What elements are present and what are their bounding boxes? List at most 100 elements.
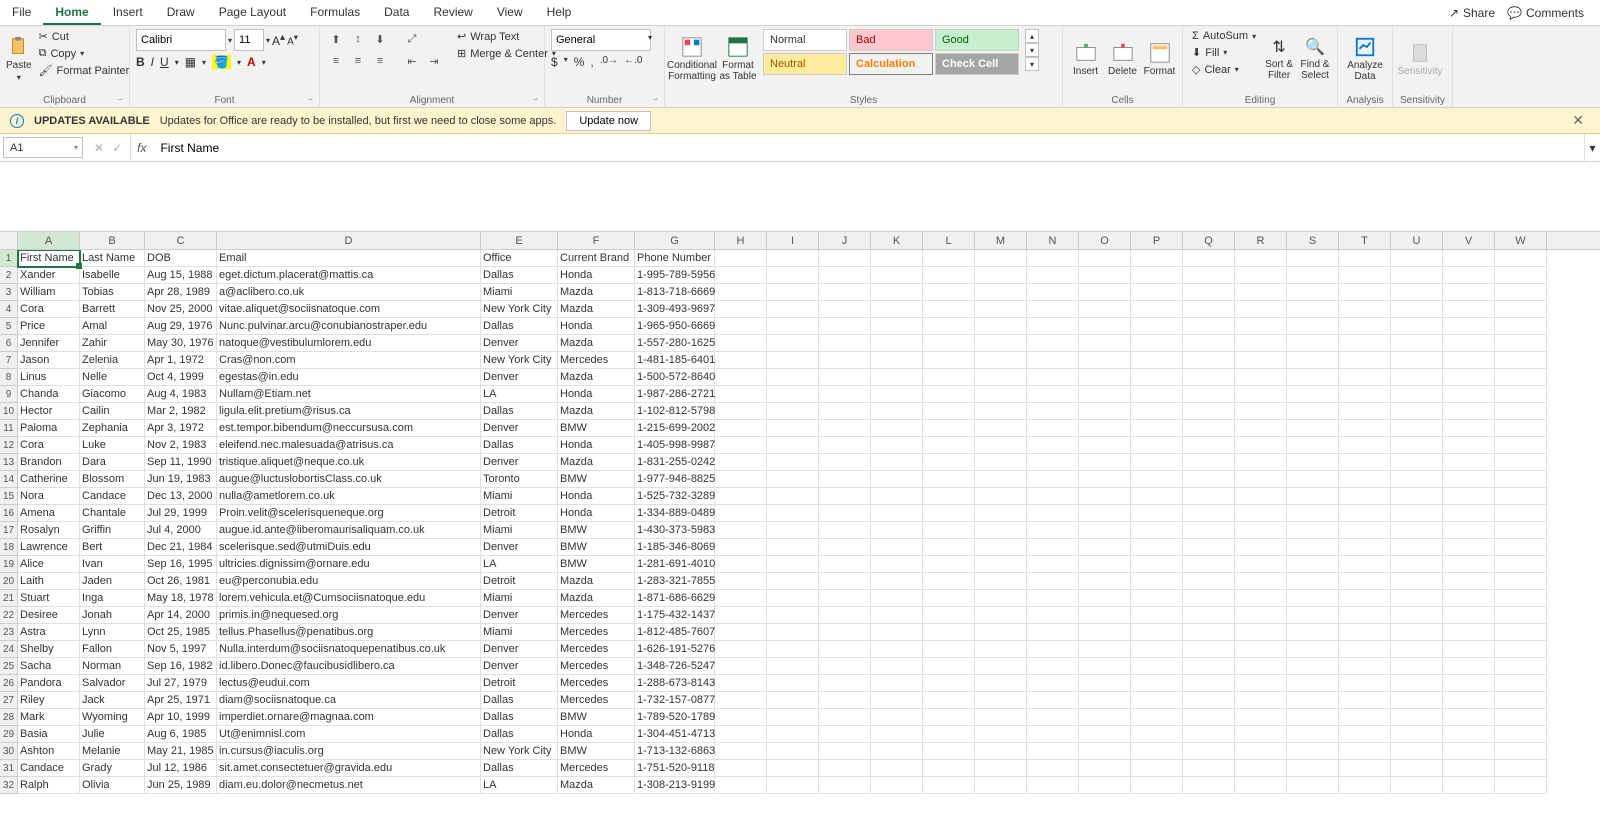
cell-B3[interactable]: Tobias <box>80 284 145 301</box>
cell-V21[interactable] <box>1443 590 1495 607</box>
cell-W20[interactable] <box>1495 573 1547 590</box>
cell-C1[interactable]: DOB <box>145 250 217 267</box>
cell-L12[interactable] <box>923 437 975 454</box>
align-middle-button[interactable]: ↕ <box>348 29 368 49</box>
cell-B28[interactable]: Wyoming <box>80 709 145 726</box>
cell-Q1[interactable] <box>1183 250 1235 267</box>
cell-A14[interactable]: Catherine <box>18 471 80 488</box>
cell-M12[interactable] <box>975 437 1027 454</box>
cell-U13[interactable] <box>1391 454 1443 471</box>
cell-Q19[interactable] <box>1183 556 1235 573</box>
cell-C13[interactable]: Sep 11, 1990 <box>145 454 217 471</box>
cell-M2[interactable] <box>975 267 1027 284</box>
cell-F8[interactable]: Mazda <box>558 369 635 386</box>
cell-W26[interactable] <box>1495 675 1547 692</box>
cell-G30[interactable]: 1-713-132-6863 <box>635 743 715 760</box>
cell-J15[interactable] <box>819 488 871 505</box>
column-header-C[interactable]: C <box>145 232 217 249</box>
cell-S7[interactable] <box>1287 352 1339 369</box>
increase-decimal-button[interactable]: .0→ <box>600 55 618 69</box>
cell-E17[interactable]: Miami <box>481 522 558 539</box>
row-header-9[interactable]: 9 <box>0 386 18 403</box>
cell-B29[interactable]: Julie <box>80 726 145 743</box>
cell-Q13[interactable] <box>1183 454 1235 471</box>
merge-center-button[interactable]: ⊞Merge & Center▾ <box>454 46 559 61</box>
cell-F9[interactable]: Honda <box>558 386 635 403</box>
cell-S28[interactable] <box>1287 709 1339 726</box>
cell-M16[interactable] <box>975 505 1027 522</box>
cell-S12[interactable] <box>1287 437 1339 454</box>
cell-Q31[interactable] <box>1183 760 1235 777</box>
cell-D7[interactable]: Cras@non.com <box>217 352 481 369</box>
cell-N16[interactable] <box>1027 505 1079 522</box>
cell-L31[interactable] <box>923 760 975 777</box>
cell-D28[interactable]: imperdiet.ornare@magnaa.com <box>217 709 481 726</box>
cell-C8[interactable]: Oct 4, 1999 <box>145 369 217 386</box>
row-header-29[interactable]: 29 <box>0 726 18 743</box>
name-box[interactable]: A1 <box>3 137 83 158</box>
cell-T9[interactable] <box>1339 386 1391 403</box>
cell-U20[interactable] <box>1391 573 1443 590</box>
cell-N20[interactable] <box>1027 573 1079 590</box>
enter-formula-button[interactable]: ✓ <box>112 141 122 155</box>
cell-W11[interactable] <box>1495 420 1547 437</box>
cell-F5[interactable]: Honda <box>558 318 635 335</box>
decrease-decimal-button[interactable]: ←.0 <box>624 55 642 69</box>
cell-O1[interactable] <box>1079 250 1131 267</box>
cell-R29[interactable] <box>1235 726 1287 743</box>
cell-I11[interactable] <box>767 420 819 437</box>
cell-R24[interactable] <box>1235 641 1287 658</box>
cell-E31[interactable]: Dallas <box>481 760 558 777</box>
cell-K20[interactable] <box>871 573 923 590</box>
comments-button[interactable]: 💬 Comments <box>1507 6 1584 20</box>
cell-P4[interactable] <box>1131 301 1183 318</box>
cell-Q25[interactable] <box>1183 658 1235 675</box>
cell-R31[interactable] <box>1235 760 1287 777</box>
cell-Q4[interactable] <box>1183 301 1235 318</box>
cell-G8[interactable]: 1-500-572-8640 <box>635 369 715 386</box>
cell-H11[interactable] <box>715 420 767 437</box>
cell-D29[interactable]: Ut@enimnisl.com <box>217 726 481 743</box>
cell-B32[interactable]: Olivia <box>80 777 145 794</box>
cell-V15[interactable] <box>1443 488 1495 505</box>
cell-B17[interactable]: Griffin <box>80 522 145 539</box>
row-header-25[interactable]: 25 <box>0 658 18 675</box>
column-header-K[interactable]: K <box>871 232 923 249</box>
cell-K21[interactable] <box>871 590 923 607</box>
cell-H5[interactable] <box>715 318 767 335</box>
cell-W4[interactable] <box>1495 301 1547 318</box>
cell-H19[interactable] <box>715 556 767 573</box>
cell-J1[interactable] <box>819 250 871 267</box>
cell-T10[interactable] <box>1339 403 1391 420</box>
cell-O21[interactable] <box>1079 590 1131 607</box>
cell-N2[interactable] <box>1027 267 1079 284</box>
cell-K19[interactable] <box>871 556 923 573</box>
cell-B6[interactable]: Zahir <box>80 335 145 352</box>
cell-N26[interactable] <box>1027 675 1079 692</box>
cell-D20[interactable]: eu@perconubia.edu <box>217 573 481 590</box>
cell-G14[interactable]: 1-977-946-8825 <box>635 471 715 488</box>
cell-A6[interactable]: Jennifer <box>18 335 80 352</box>
cell-T26[interactable] <box>1339 675 1391 692</box>
cell-I21[interactable] <box>767 590 819 607</box>
find-select-button[interactable]: 🔍 Find & Select <box>1299 29 1331 89</box>
cell-K15[interactable] <box>871 488 923 505</box>
cell-C18[interactable]: Dec 21, 1984 <box>145 539 217 556</box>
cell-J30[interactable] <box>819 743 871 760</box>
cell-D16[interactable]: Proin.velit@scelerisqueneque.org <box>217 505 481 522</box>
cell-O9[interactable] <box>1079 386 1131 403</box>
cell-D10[interactable]: ligula.elit.pretium@risus.ca <box>217 403 481 420</box>
cell-H18[interactable] <box>715 539 767 556</box>
cell-J3[interactable] <box>819 284 871 301</box>
cell-W18[interactable] <box>1495 539 1547 556</box>
cell-F19[interactable]: BMW <box>558 556 635 573</box>
cell-M11[interactable] <box>975 420 1027 437</box>
styles-scroll-up[interactable]: ▴ <box>1025 29 1039 43</box>
cell-V7[interactable] <box>1443 352 1495 369</box>
cell-E19[interactable]: LA <box>481 556 558 573</box>
cell-F4[interactable]: Mazda <box>558 301 635 318</box>
cell-M1[interactable] <box>975 250 1027 267</box>
cell-A21[interactable]: Stuart <box>18 590 80 607</box>
cell-L21[interactable] <box>923 590 975 607</box>
cell-U24[interactable] <box>1391 641 1443 658</box>
